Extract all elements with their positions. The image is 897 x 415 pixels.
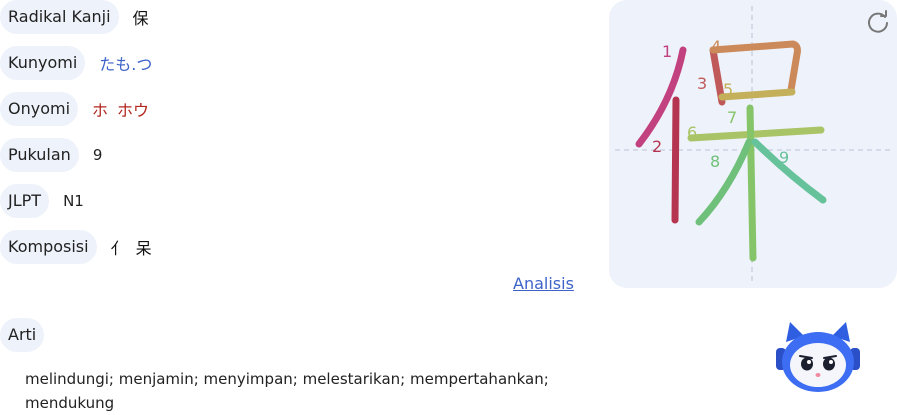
info-row-radical: Radikal Kanji 保 (0, 0, 149, 34)
composition-part-1[interactable]: 亻 (111, 239, 127, 258)
stroke-order-diagram: 1 2 3 4 5 6 7 8 9 (615, 6, 891, 282)
stroke-6 (687, 126, 825, 142)
jlpt-value: N1 (63, 192, 84, 210)
composition-label: Komposisi (0, 230, 97, 264)
radical-label: Radikal Kanji (0, 0, 119, 34)
radical-value: 保 (132, 9, 149, 28)
refresh-icon (868, 10, 888, 33)
stroke-order-panel: 1 2 3 4 5 6 7 8 9 (609, 0, 897, 288)
meaning-label: Arti (0, 318, 45, 352)
stroke-number-5: 5 (723, 80, 733, 99)
stroke-number-9: 9 (779, 148, 789, 167)
strokes-label: Pukulan (0, 138, 79, 172)
kunyomi-value[interactable]: たも.つ (99, 51, 152, 75)
stroke-number-4: 4 (711, 37, 721, 56)
stroke-number-8: 8 (710, 152, 720, 171)
stroke-number-2: 2 (652, 137, 662, 156)
composition-part-2[interactable]: 呆 (136, 239, 152, 258)
mascot-button[interactable] (770, 318, 866, 394)
onyomi-values: ホホウ (92, 97, 149, 121)
meaning-header: Arti (0, 318, 45, 352)
info-row-strokes: Pukulan 9 (0, 138, 102, 172)
composition-values: 亻呆 (111, 235, 152, 259)
stroke-number-7: 7 (727, 108, 737, 127)
info-row-jlpt: JLPT N1 (0, 184, 84, 218)
meaning-text: melindungi; menjamin; menyimpan; melesta… (25, 370, 549, 412)
stroke-8 (695, 138, 753, 226)
strokes-value: 9 (92, 146, 103, 164)
stroke-number-6: 6 (687, 123, 697, 142)
robot-mascot-icon (776, 322, 860, 392)
onyomi-reading-2[interactable]: ホウ (117, 101, 149, 120)
stroke-2 (671, 96, 680, 224)
info-row-onyomi: Onyomi ホホウ (0, 92, 149, 126)
info-row-composition: Komposisi 亻呆 (0, 230, 152, 264)
stroke-7 (746, 104, 757, 262)
stroke-number-1: 1 (662, 42, 672, 61)
info-row-kunyomi: Kunyomi たも.つ (0, 46, 152, 80)
onyomi-label: Onyomi (0, 92, 79, 126)
jlpt-label: JLPT (0, 184, 50, 218)
stroke-number-3: 3 (697, 74, 707, 93)
analysis-link[interactable]: Analisis (513, 274, 574, 293)
onyomi-reading-1[interactable]: ホ (92, 101, 108, 120)
kunyomi-label: Kunyomi (0, 46, 86, 80)
replay-stroke-button[interactable] (866, 10, 890, 34)
